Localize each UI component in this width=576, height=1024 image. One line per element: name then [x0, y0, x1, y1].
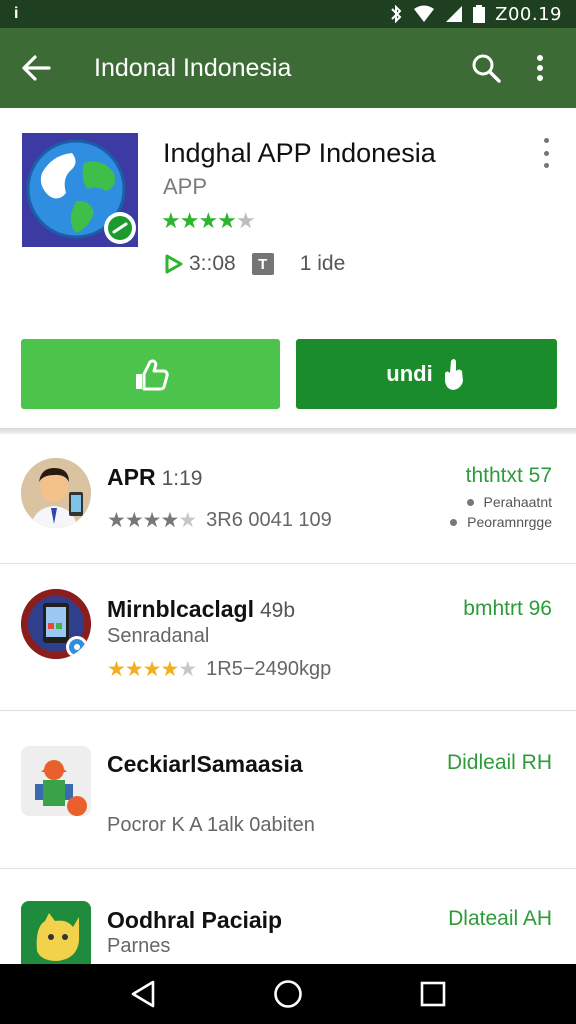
nav-recents-button[interactable] [409, 970, 457, 1018]
person-icon [21, 458, 91, 528]
app-rating-stars: ★★★★★ [161, 208, 256, 233]
toolbar: Indonal Indonesia [0, 28, 576, 108]
install-button[interactable] [21, 339, 280, 409]
app-time: 3::08 [189, 252, 236, 275]
search-button[interactable] [464, 46, 508, 90]
search-icon [472, 54, 501, 83]
list-item-notes: Perahaatnt Peoramnrgge [450, 492, 552, 532]
app-icon-figure [21, 746, 91, 816]
app-icon-person [21, 458, 91, 528]
back-button[interactable] [14, 46, 58, 90]
list-item-title: CeckiarlSamaasia [107, 751, 303, 777]
status-clock: Z00.19 [495, 3, 562, 25]
app-more-button[interactable] [534, 138, 558, 168]
back-arrow-icon [22, 55, 51, 81]
phone-app-icon [21, 589, 91, 659]
nav-back-button[interactable] [119, 970, 167, 1018]
app-icon-phone [21, 589, 91, 659]
app-installs: 1 ide [299, 252, 346, 275]
figure-app-icon [21, 746, 91, 816]
content-rating-badge: T [251, 253, 274, 275]
nav-home-button[interactable] [264, 970, 312, 1018]
list-item-subtitle: Pocror K A 1alk 0abiten [107, 814, 315, 836]
list-item-right-label: Dlateail AH [448, 907, 552, 930]
app-header: Indghal APP Indonesia APP ★★★★★ 3::08 T … [0, 108, 576, 430]
notification-icon: i [14, 5, 19, 22]
globe-icon [22, 133, 138, 247]
thumb-up-icon [135, 359, 169, 391]
open-button[interactable]: undi [296, 339, 557, 409]
list-item-title: Oodhral Paciaip [107, 907, 283, 933]
app-icon [22, 133, 138, 247]
open-button-label: undi [386, 361, 433, 386]
battery-icon [473, 5, 486, 23]
toolbar-title: Indonal Indonesia [94, 53, 292, 82]
app-title: Indghal APP Indonesia [163, 138, 436, 168]
list-item-right-label: Didleail RH [446, 751, 552, 774]
app-meta: 3::08 T 1 ide [163, 252, 345, 276]
list-item-right-label: ththtxt 57 [465, 464, 552, 487]
list-item-subtitle: Parnes [107, 935, 171, 957]
bluetooth-icon [391, 5, 402, 23]
nav-recents-icon [421, 981, 446, 1007]
app-category: APP [163, 174, 208, 199]
rating-stars: ★★★★★ [107, 658, 197, 681]
more-options-button[interactable] [518, 46, 562, 90]
play-icon [165, 254, 183, 274]
wifi-icon [414, 5, 435, 22]
list-item[interactable]: Oodhral Paciaip Parnes Dlateail AH [0, 869, 576, 971]
more-vert-icon [537, 55, 543, 81]
list-item-right-label: bmhtrt 96 [463, 597, 552, 620]
list-item-rating: ★★★★★ 3R6 0041 109 [107, 509, 332, 532]
rating-stars: ★★★★★ [107, 509, 197, 532]
nav-home-icon [274, 980, 302, 1008]
list-item-title: Mirnblcaclagl 49b [107, 596, 296, 622]
hand-icon [444, 359, 463, 390]
list-item-title: APR 1:19 [107, 464, 203, 490]
navigation-bar [0, 964, 576, 1024]
nav-back-icon [131, 980, 154, 1008]
cat-app-icon [21, 901, 91, 971]
list-item[interactable]: CeckiarlSamaasia Pocror K A 1alk 0abiten… [0, 711, 576, 869]
status-icons: Z00.19 [389, 4, 562, 25]
app-icon-cat [21, 901, 91, 971]
status-bar: i Z00.19 [0, 0, 576, 28]
list-item[interactable]: Mirnblcaclagl 49b Senradanal ★★★★★ 1R5−24… [0, 564, 576, 711]
list-item[interactable]: APR 1:19 ★★★★★ 3R6 0041 109 ththtxt 57 Pe… [0, 434, 576, 564]
signal-icon [446, 6, 463, 22]
list-item-rating: ★★★★★ 1R5−2490kgp [107, 658, 332, 681]
list-item-subtitle: Senradanal [107, 625, 210, 647]
